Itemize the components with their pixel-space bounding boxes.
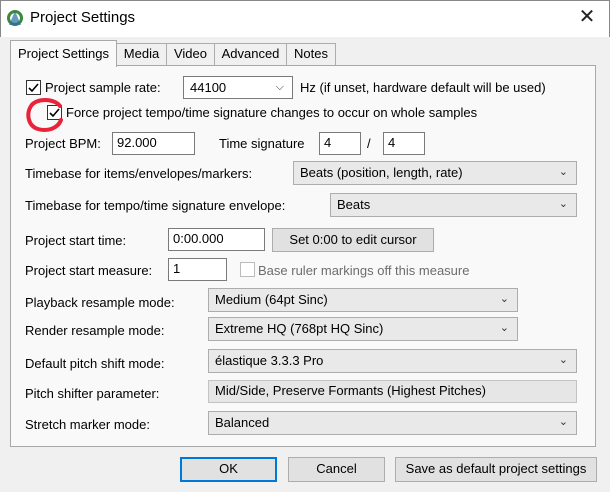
ok-button[interactable]: OK [180,457,277,482]
pitch-shift-label: Default pitch shift mode: [25,356,165,371]
tab-project-settings[interactable]: Project Settings [10,40,117,67]
chevron-down-icon: ⌄ [558,416,568,428]
check-icon [28,83,39,93]
close-icon[interactable]: ✕ [576,5,598,29]
start-measure-label: Project start measure: [25,263,153,278]
sample-rate-label: Project sample rate: [45,80,161,95]
time-signature-label: Time signature [219,136,305,151]
bpm-input[interactable]: 92.000 [112,132,195,155]
cancel-button[interactable]: Cancel [288,457,385,482]
chevron-down-icon: ⌄ [558,354,568,366]
tab-video[interactable]: Video [166,43,215,65]
timebase-tempo-label: Timebase for tempo/time signature envelo… [25,198,286,213]
sample-rate-select[interactable]: 44100 ⌵ [183,76,293,99]
chevron-down-icon: ⌄ [558,166,568,178]
set-to-edit-cursor-button[interactable]: Set 0:00 to edit cursor [272,228,434,252]
render-resample-label: Render resample mode: [25,323,165,338]
base-ruler-label: Base ruler markings off this measure [258,263,470,278]
time-sig-denominator-input[interactable]: 4 [383,132,425,155]
timebase-items-select[interactable]: Beats (position, length, rate) ⌄ [293,161,577,185]
chevron-down-icon: ⌄ [558,198,568,210]
time-sig-slash: / [367,136,371,151]
playback-resample-label: Playback resample mode: [25,295,175,310]
time-sig-numerator-input[interactable]: 4 [319,132,361,155]
sample-rate-checkbox[interactable] [26,80,41,95]
start-time-input[interactable]: 0:00.000 [168,228,265,251]
pitch-shift-value: élastique 3.3.3 Pro [215,353,324,368]
base-ruler-checkbox[interactable] [240,262,255,277]
tab-notes[interactable]: Notes [286,43,336,65]
stretch-marker-select[interactable]: Balanced ⌄ [208,411,577,435]
chevron-down-icon: ⌵ [275,81,284,93]
bpm-label: Project BPM: [25,136,101,151]
playback-resample-value: Medium (64pt Sinc) [215,292,328,307]
reaper-logo-icon [7,10,23,26]
tab-advanced[interactable]: Advanced [214,43,287,65]
timebase-tempo-select[interactable]: Beats ⌄ [330,193,577,217]
start-time-label: Project start time: [25,233,127,248]
annotation-circle [26,98,63,132]
playback-resample-select[interactable]: Medium (64pt Sinc) ⌄ [208,288,518,312]
render-resample-value: Extreme HQ (768pt HQ Sinc) [215,321,384,336]
chevron-down-icon: ⌄ [499,322,509,334]
timebase-items-value: Beats (position, length, rate) [300,165,463,180]
timebase-tempo-value: Beats [337,197,371,212]
render-resample-select[interactable]: Extreme HQ (768pt HQ Sinc) ⌄ [208,317,518,341]
chevron-down-icon: ⌄ [499,293,509,305]
pitch-param-label: Pitch shifter parameter: [25,386,160,401]
pitch-param-field[interactable]: Mid/Side, Preserve Formants (Highest Pit… [208,380,577,403]
save-default-button[interactable]: Save as default project settings [395,457,597,482]
stretch-marker-value: Balanced [215,415,270,430]
window-title: Project Settings [30,9,136,26]
pitch-shift-select[interactable]: élastique 3.3.3 Pro ⌄ [208,349,577,373]
start-measure-input[interactable]: 1 [168,258,227,281]
tab-media[interactable]: Media [116,43,167,65]
timebase-items-label: Timebase for items/envelopes/markers: [25,166,253,181]
sample-rate-value: 44100 [190,80,227,95]
stretch-marker-label: Stretch marker mode: [25,417,150,432]
sample-rate-hint: Hz (if unset, hardware default will be u… [300,80,546,95]
force-whole-samples-label: Force project tempo/time signature chang… [66,105,478,120]
